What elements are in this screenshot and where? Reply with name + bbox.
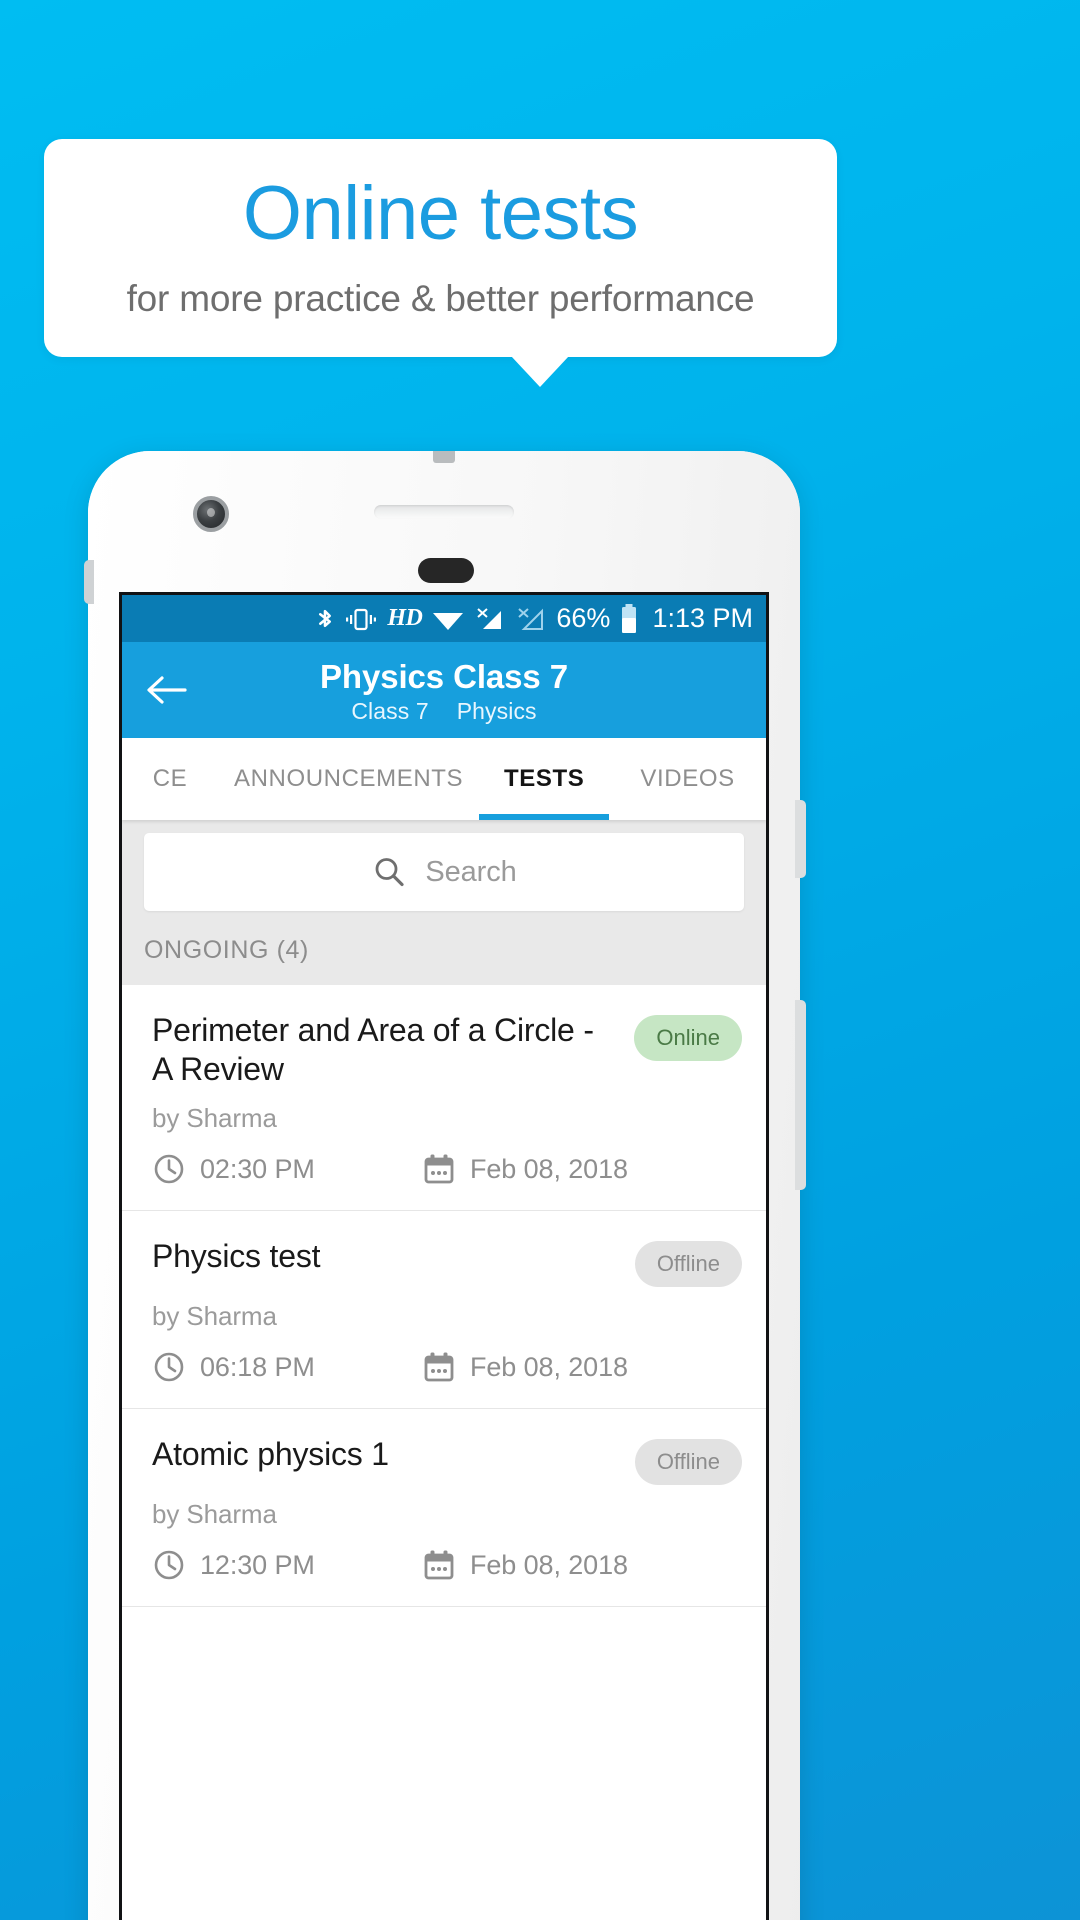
- calendar-icon: [422, 1548, 456, 1582]
- tab-tests[interactable]: TESTS: [479, 738, 610, 820]
- test-author: by Sharma: [152, 1499, 277, 1530]
- calendar-icon: [422, 1152, 456, 1186]
- back-arrow-icon[interactable]: [144, 667, 190, 713]
- test-list-item[interactable]: Perimeter and Area of a Circle - A Revie…: [122, 985, 766, 1212]
- test-author: by Sharma: [152, 1301, 277, 1332]
- test-item-header: Physics test Offline: [152, 1237, 742, 1288]
- test-date: Feb 08, 2018: [422, 1152, 628, 1186]
- test-time-label: 06:18 PM: [200, 1351, 315, 1382]
- tab-bar: CE ANNOUNCEMENTS TESTS VIDEOS: [122, 738, 766, 820]
- test-meta: 12:30 PM Feb 08, 2018: [152, 1548, 742, 1582]
- promo-subtitle: for more practice & better performance: [126, 278, 755, 319]
- test-time-label: 02:30 PM: [200, 1153, 315, 1184]
- promo-callout-bubble: Online tests for more practice & better …: [44, 139, 837, 357]
- test-title: Perimeter and Area of a Circle - A Revie…: [152, 1012, 594, 1088]
- tab-ce[interactable]: CE: [122, 738, 218, 820]
- test-date-label: Feb 08, 2018: [470, 1351, 628, 1382]
- test-date: Feb 08, 2018: [422, 1548, 628, 1582]
- clock-icon: [152, 1350, 186, 1384]
- clock-icon: [152, 1548, 186, 1582]
- search-icon: [371, 854, 407, 890]
- breadcrumb-class: Class 7: [351, 698, 429, 725]
- camera-lens-glint: [207, 508, 215, 517]
- test-list-item[interactable]: Physics test Offline by Sharma 06:18 PM: [122, 1211, 766, 1410]
- test-title: Physics test: [152, 1238, 321, 1275]
- phone-left-button: [84, 560, 94, 604]
- phone-screen: HD 66% 1:13 PM Physics Class 7 Class 7 P…: [119, 592, 769, 1920]
- phone-antenna-band: [433, 451, 455, 463]
- clock-icon: [152, 1152, 186, 1186]
- status-badge: Offline: [634, 1439, 742, 1486]
- section-header-ongoing: ONGOING (4): [122, 927, 766, 985]
- promo-bubble-tail: [511, 356, 569, 387]
- app-bar: Physics Class 7 Class 7 Physics: [122, 642, 766, 738]
- earpiece-speaker: [374, 505, 514, 519]
- proximity-sensor: [418, 558, 474, 583]
- battery-percent-label: 66%: [556, 603, 611, 633]
- calendar-icon: [422, 1350, 456, 1384]
- test-meta: 06:18 PM Feb 08, 2018: [152, 1350, 742, 1384]
- search-section: Search: [122, 820, 766, 927]
- vibrate-icon: [344, 604, 378, 634]
- phone-power-button: [795, 800, 806, 878]
- test-time: 06:18 PM: [152, 1350, 422, 1384]
- test-date: Feb 08, 2018: [422, 1350, 628, 1384]
- promo-title: Online tests: [242, 171, 639, 256]
- search-input[interactable]: Search: [144, 833, 744, 911]
- tab-videos[interactable]: VIDEOS: [609, 738, 766, 820]
- test-time: 02:30 PM: [152, 1152, 422, 1186]
- page-title: Physics Class 7: [320, 657, 568, 695]
- test-item-header: Perimeter and Area of a Circle - A Revie…: [152, 1011, 742, 1089]
- test-list-item[interactable]: Atomic physics 1 Offline by Sharma 12:30…: [122, 1409, 766, 1608]
- signal-no-sim-1-icon: [474, 604, 506, 634]
- clock-label: 1:13 PM: [652, 603, 753, 633]
- test-author: by Sharma: [152, 1103, 277, 1134]
- wifi-icon: [431, 604, 465, 634]
- test-time-label: 12:30 PM: [200, 1549, 315, 1580]
- test-time: 12:30 PM: [152, 1548, 422, 1582]
- breadcrumb-subject: Physics: [456, 698, 537, 725]
- test-date-label: Feb 08, 2018: [470, 1549, 628, 1580]
- search-placeholder: Search: [425, 855, 517, 888]
- app-bar-titles: Physics Class 7 Class 7 Physics: [122, 655, 766, 726]
- test-date-label: Feb 08, 2018: [470, 1153, 628, 1184]
- status-badge: Offline: [634, 1241, 742, 1288]
- battery-icon: [619, 603, 639, 635]
- front-camera-icon: [193, 496, 229, 532]
- status-badge: Online: [634, 1015, 742, 1061]
- bluetooth-icon: [315, 604, 335, 634]
- tab-announcements[interactable]: ANNOUNCEMENTS: [218, 738, 479, 820]
- breadcrumb: Class 7 Physics: [122, 698, 766, 725]
- test-meta: 02:30 PM Feb 08, 2018: [152, 1152, 742, 1186]
- signal-no-sim-2-icon: [515, 604, 547, 634]
- hd-icon: HD: [387, 605, 423, 631]
- promo-screenshot: Online tests for more practice & better …: [0, 0, 1080, 1920]
- status-bar: HD 66% 1:13 PM: [122, 595, 766, 642]
- test-title: Atomic physics 1: [152, 1436, 389, 1473]
- phone-volume-button: [795, 1000, 806, 1190]
- test-item-header: Atomic physics 1 Offline: [152, 1435, 742, 1486]
